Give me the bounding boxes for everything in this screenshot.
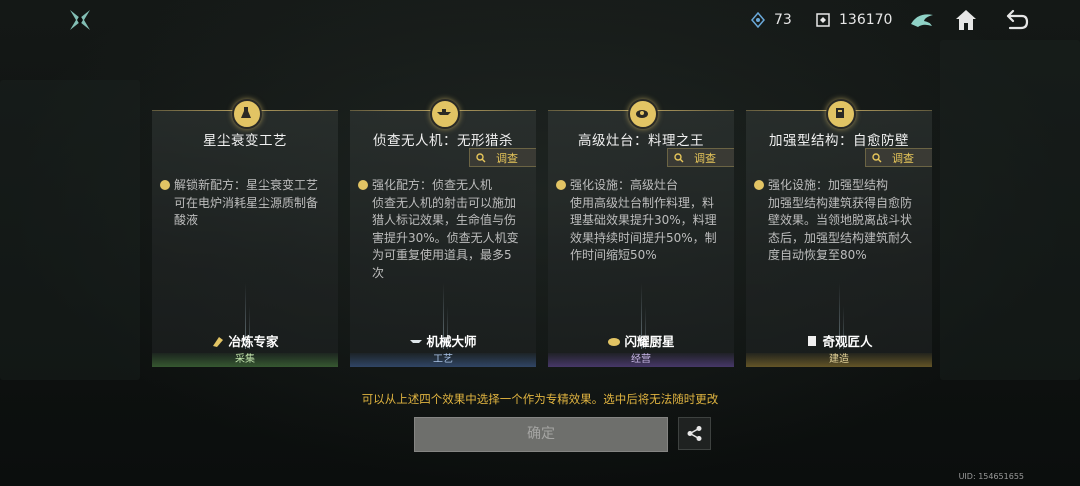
card-role: 闪耀厨星	[548, 331, 734, 350]
game-logo-icon[interactable]	[66, 6, 94, 34]
smelting-role-icon	[211, 334, 225, 348]
desc-line-2: 加强型结构建筑获得自愈防	[768, 195, 913, 210]
resource-currency-value: 136170	[839, 12, 893, 28]
desc-line-3: 猎人标记效果，生命值与伤	[372, 213, 517, 227]
desc-line-4: 效果持续时间提升50%，制	[570, 230, 717, 245]
builder-role-icon	[805, 334, 819, 348]
home-icon[interactable]	[952, 6, 980, 34]
selection-hint: 可以从上述四个效果中选择一个作为专精效果。选中后将无法随时更改	[361, 392, 719, 406]
card-category: 采集	[152, 353, 338, 367]
desc-line-1: 强化设施：加强型结构	[754, 177, 924, 195]
search-icon	[476, 152, 486, 162]
desc-line-1: 强化配方：侦查无人机	[358, 177, 528, 195]
upgrade-bullet-icon	[754, 180, 764, 190]
effect-card-3[interactable]: 高级灶台：料理之王 调查 强化设施：高级灶台 使用高级灶台制作料理，料 理基础效…	[548, 99, 734, 367]
card-role: 奇观匠人	[746, 331, 932, 350]
card-description: 解锁新配方：星尘衰变工艺 可在电炉消耗星尘源质制备 酸液	[160, 177, 330, 230]
crystal-icon	[750, 11, 766, 29]
investigate-label: 调查	[892, 151, 914, 165]
search-icon	[674, 152, 684, 162]
drone-emblem-icon	[430, 99, 460, 129]
card-category: 经营	[548, 353, 734, 367]
investigate-button[interactable]: 调查	[469, 148, 536, 167]
card-title: 侦查无人机：无形猎杀	[373, 133, 513, 149]
top-bar: 73 136170	[0, 0, 1080, 40]
background-panel-left	[0, 80, 140, 380]
effect-card-4[interactable]: 加强型结构：自愈防壁 调查 强化设施：加强型结构 加强型结构建筑获得自愈防 壁效…	[746, 99, 932, 367]
unlock-bullet-icon	[160, 180, 170, 190]
upgrade-bullet-icon	[358, 180, 368, 190]
resource-currency[interactable]: 136170	[815, 12, 892, 28]
card-description: 强化配方：侦查无人机 侦查无人机的射击可以施加 猎人标记效果，生命值与伤 害提升…	[358, 177, 528, 282]
resource-crystal[interactable]: 73	[750, 11, 792, 29]
desc-line-1: 解锁新配方：星尘衰变工艺	[160, 177, 330, 195]
desc-line-3: 壁效果。当领地脱离战斗状	[768, 213, 913, 227]
flask-emblem-icon	[232, 99, 262, 129]
desc-line-6: 次	[372, 265, 385, 280]
effect-card-2[interactable]: 侦查无人机：无形猎杀 调查 强化配方：侦查无人机 侦查无人机的射击可以施加 猎人…	[350, 99, 536, 367]
eagle-emblem-icon[interactable]	[908, 6, 936, 34]
card-description: 强化设施：高级灶台 使用高级灶台制作料理，料 理基础效果提升30%，料理 效果持…	[556, 177, 726, 265]
desc-line-2: 侦查无人机的射击可以施加	[372, 195, 517, 210]
resource-crystal-value: 73	[774, 12, 792, 28]
card-title: 星尘衰变工艺	[203, 133, 287, 149]
back-icon[interactable]	[1002, 6, 1030, 34]
card-role: 机械大师	[350, 331, 536, 350]
upgrade-bullet-icon	[556, 180, 566, 190]
drone-role-icon	[409, 334, 423, 348]
dish-emblem-icon	[628, 99, 658, 129]
card-category: 工艺	[350, 353, 536, 367]
currency-icon	[815, 12, 831, 28]
investigate-label: 调查	[496, 151, 518, 165]
share-button[interactable]	[678, 417, 711, 450]
structure-emblem-icon	[826, 99, 856, 129]
desc-line-5: 度自动恢复至80%	[768, 248, 867, 262]
desc-line-3: 酸液	[174, 213, 199, 227]
chef-role-icon	[607, 334, 621, 348]
desc-line-2: 使用高级灶台制作料理，料	[570, 195, 715, 210]
card-description: 强化设施：加强型结构 加强型结构建筑获得自愈防 壁效果。当领地脱离战斗状 态后，…	[754, 177, 924, 265]
desc-line-5: 作时间缩短50%	[570, 248, 657, 262]
user-id: UID: 154651655	[958, 472, 1024, 481]
card-category: 建造	[746, 353, 932, 367]
confirm-button[interactable]: 确定	[414, 417, 668, 452]
desc-line-2: 可在电炉消耗星尘源质制备	[174, 195, 319, 210]
desc-line-5: 为可重复使用道具，最多5	[372, 248, 512, 262]
card-title: 加强型结构：自愈防壁	[769, 133, 909, 149]
background-panel-right	[940, 40, 1080, 380]
desc-line-1: 强化设施：高级灶台	[556, 177, 726, 195]
investigate-button[interactable]: 调查	[667, 148, 734, 167]
effect-card-1[interactable]: 星尘衰变工艺 解锁新配方：星尘衰变工艺 可在电炉消耗星尘源质制备 酸液 冶炼专家…	[152, 99, 338, 367]
investigate-button[interactable]: 调查	[865, 148, 932, 167]
desc-line-3: 理基础效果提升30%，料理	[570, 213, 717, 227]
search-icon	[872, 152, 882, 162]
card-title: 高级灶台：料理之王	[578, 133, 704, 149]
investigate-label: 调查	[694, 151, 716, 165]
desc-line-4: 害提升30%。侦查无人机变	[372, 230, 519, 245]
card-role: 冶炼专家	[152, 331, 338, 350]
desc-line-4: 态后，加强型结构建筑耐久	[768, 230, 913, 245]
share-icon	[687, 426, 702, 441]
